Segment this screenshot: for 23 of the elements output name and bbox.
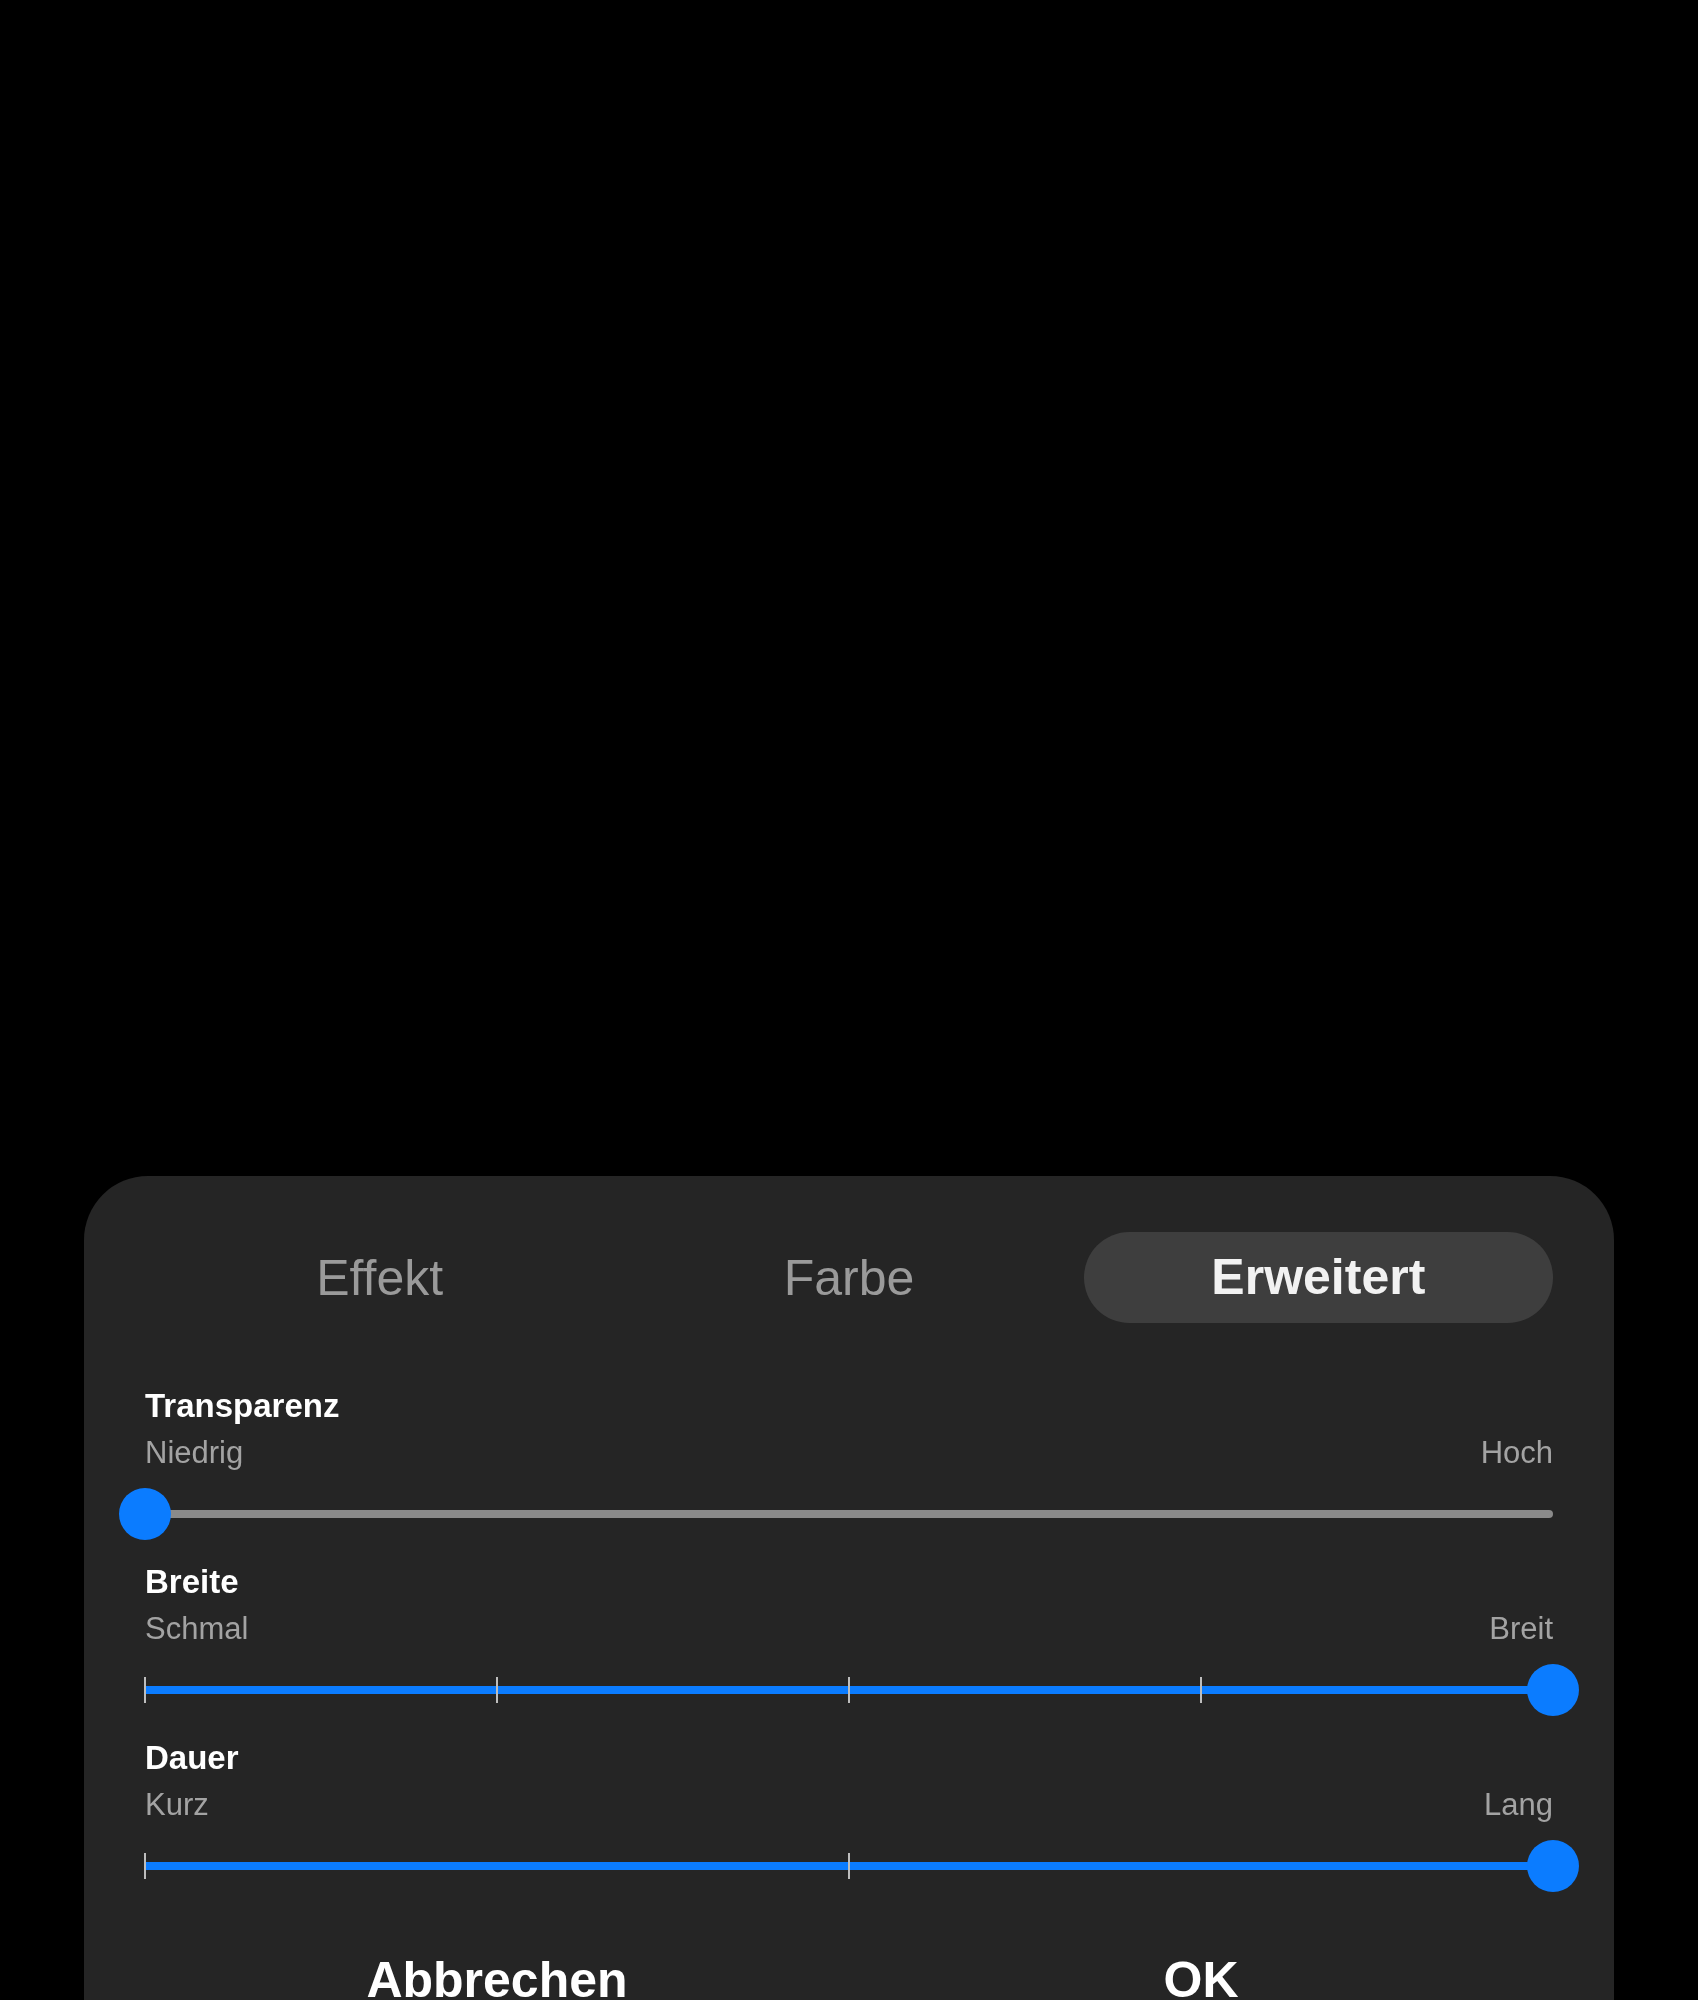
slider-thumb[interactable]: [119, 1488, 171, 1540]
tick-mark: [848, 1677, 850, 1703]
tab[interactable]: Effekt: [312, 1248, 448, 1307]
max-label: Hoch: [1480, 1435, 1553, 1471]
tab[interactable]: Farbe: [779, 1248, 919, 1307]
min-label: Schmal: [145, 1611, 249, 1647]
slider-label: Dauer: [145, 1738, 239, 1778]
slider-thumb[interactable]: [1527, 1664, 1579, 1716]
min-label: Kurz: [145, 1787, 209, 1823]
tab[interactable]: Erweitert: [1083, 1232, 1553, 1323]
tick-mark: [848, 1853, 850, 1879]
max-label: Breit: [1489, 1611, 1553, 1647]
slider-label: Breite: [145, 1562, 239, 1602]
dialog-button[interactable]: OK: [1155, 1960, 1247, 2000]
tick-mark: [496, 1677, 498, 1703]
tick-mark: [144, 1853, 146, 1879]
slider-thumb[interactable]: [1527, 1840, 1579, 1892]
max-label: Lang: [1484, 1787, 1553, 1823]
min-label: Niedrig: [145, 1435, 244, 1471]
tick-mark: [144, 1677, 146, 1703]
slider-label: Transparenz: [145, 1386, 340, 1426]
dialog-button[interactable]: Abbrechen: [358, 1960, 636, 2000]
tick-mark: [1200, 1677, 1202, 1703]
